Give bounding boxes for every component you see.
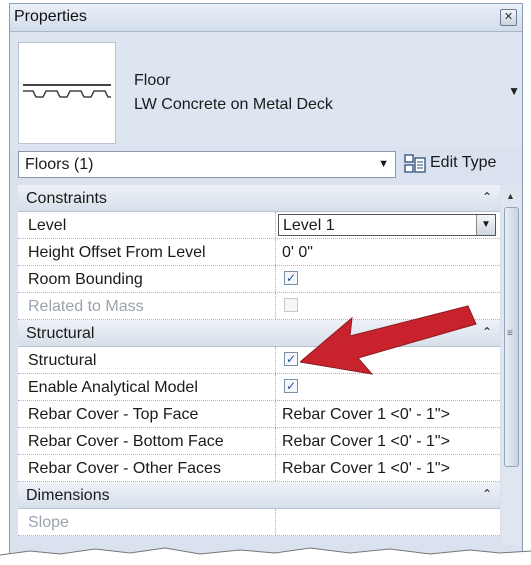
param-name: Height Offset From Level [28, 244, 206, 261]
floor-section-icon [23, 84, 111, 98]
palette-titlebar[interactable]: Properties ✕ [10, 4, 522, 32]
param-name: Enable Analytical Model [28, 379, 198, 396]
palette-title: Properties [14, 8, 87, 25]
scroll-up-icon[interactable]: ▲ [506, 191, 515, 201]
param-row-rebar-other[interactable]: Rebar Cover - Other Faces Rebar Cover 1 … [18, 455, 500, 482]
param-name: Rebar Cover - Other Faces [28, 460, 221, 477]
param-value-cell [276, 509, 500, 535]
collapse-icon[interactable]: ⌃ [482, 487, 492, 501]
chevron-down-icon[interactable]: ▼ [508, 84, 520, 98]
room-bounding-checkbox[interactable]: ✓ [284, 271, 298, 285]
rebar-other-value: Rebar Cover 1 <0' - 1"> [282, 460, 450, 477]
scroll-thumb[interactable]: ≡ [504, 207, 519, 467]
param-name: Rebar Cover - Bottom Face [28, 433, 224, 450]
param-row-height-offset[interactable]: Height Offset From Level 0' 0" [18, 239, 500, 266]
category-label: Constraints [26, 190, 107, 207]
category-dimensions[interactable]: Dimensions ⌃ [18, 482, 500, 509]
collapse-icon[interactable]: ⌃ [482, 325, 492, 339]
param-name-cell: Level [18, 212, 276, 238]
param-value-cell: ✓ [276, 266, 500, 292]
param-row-slope: Slope [18, 509, 500, 536]
param-name-cell: Slope [18, 509, 276, 535]
edit-type-label: Edit Type [430, 154, 497, 171]
edit-type-button[interactable]: Edit Type [404, 150, 516, 178]
param-name: Structural [28, 352, 97, 369]
level-value: Level 1 [283, 217, 335, 234]
related-to-mass-checkbox [284, 298, 298, 312]
param-name: Room Bounding [28, 271, 143, 288]
param-row-room-bounding[interactable]: Room Bounding ✓ [18, 266, 500, 293]
param-name-cell: Related to Mass [18, 293, 276, 319]
type-selector[interactable]: Floor LW Concrete on Metal Deck ▼ [10, 32, 522, 146]
param-value-cell[interactable]: Rebar Cover 1 <0' - 1"> [276, 428, 500, 454]
category-label: Dimensions [26, 487, 110, 504]
param-name: Related to Mass [28, 298, 144, 315]
param-name: Rebar Cover - Top Face [28, 406, 199, 423]
collapse-icon[interactable]: ⌃ [482, 190, 492, 204]
floor-type-thumbnail [18, 42, 116, 144]
param-row-rebar-bottom[interactable]: Rebar Cover - Bottom Face Rebar Cover 1 … [18, 428, 500, 455]
enable-analytical-checkbox[interactable]: ✓ [284, 379, 298, 393]
level-select[interactable]: Level 1 ▼ [278, 214, 496, 236]
edit-type-icon [404, 154, 426, 173]
param-name-cell: Rebar Cover - Other Faces [18, 455, 276, 481]
properties-palette: Properties ✕ Floor LW Concrete on Metal … [9, 3, 523, 563]
param-name-cell: Rebar Cover - Bottom Face [18, 428, 276, 454]
param-value-cell[interactable]: 0' 0" [276, 239, 500, 265]
rebar-top-value: Rebar Cover 1 <0' - 1"> [282, 406, 450, 423]
param-name-cell: Rebar Cover - Top Face [18, 401, 276, 427]
param-name: Slope [28, 514, 69, 531]
instance-filter-dropdown[interactable]: Floors (1) ▼ [18, 151, 396, 178]
param-value-cell[interactable]: Level 1 ▼ [276, 212, 500, 238]
structural-checkbox[interactable]: ✓ [284, 352, 298, 366]
param-value-cell[interactable]: Rebar Cover 1 <0' - 1"> [276, 401, 500, 427]
category-constraints[interactable]: Constraints ⌃ [18, 185, 500, 212]
type-family-name: Floor [134, 72, 171, 89]
torn-edge [0, 547, 531, 565]
param-row-level[interactable]: Level Level 1 ▼ [18, 212, 500, 239]
param-row-rebar-top[interactable]: Rebar Cover - Top Face Rebar Cover 1 <0'… [18, 401, 500, 428]
category-label: Structural [26, 325, 95, 342]
close-icon[interactable]: ✕ [500, 9, 517, 26]
param-name-cell: Room Bounding [18, 266, 276, 292]
instance-filter-value: Floors (1) [25, 156, 94, 173]
rebar-bottom-value: Rebar Cover 1 <0' - 1"> [282, 433, 450, 450]
chevron-down-icon[interactable]: ▼ [476, 215, 495, 235]
param-value-cell[interactable]: Rebar Cover 1 <0' - 1"> [276, 455, 500, 481]
param-name-cell: Structural [18, 347, 276, 373]
type-name: LW Concrete on Metal Deck [134, 96, 333, 113]
chevron-down-icon[interactable]: ▼ [378, 158, 389, 170]
grid-scrollbar[interactable]: ▲ ≡ [501, 185, 521, 545]
param-name-cell: Height Offset From Level [18, 239, 276, 265]
annotation-arrow [300, 305, 477, 375]
height-offset-value: 0' 0" [282, 244, 313, 261]
grip-icon: ≡ [507, 328, 513, 339]
param-name: Level [28, 217, 67, 234]
param-name-cell: Enable Analytical Model [18, 374, 276, 400]
